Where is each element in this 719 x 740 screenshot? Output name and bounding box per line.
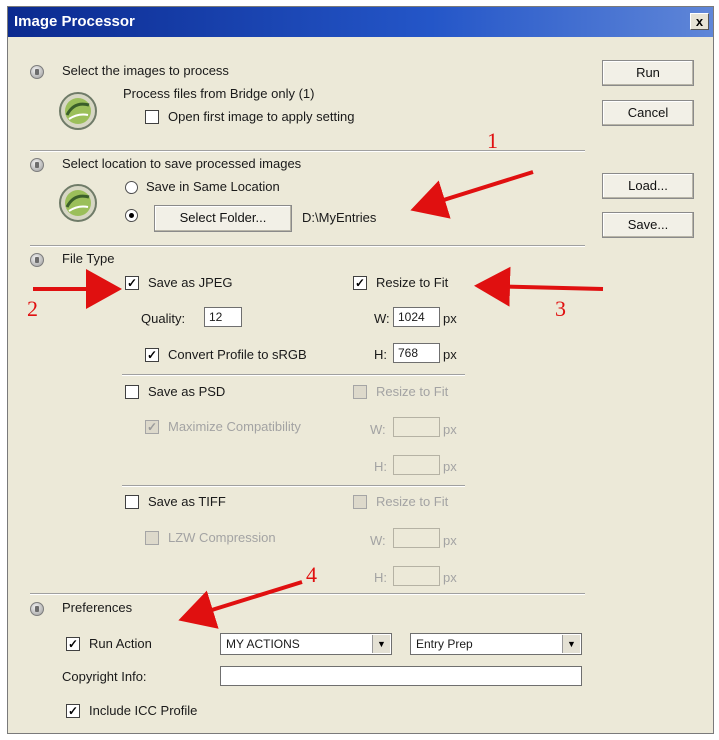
bridge-icon: [59, 92, 97, 130]
window-title: Image Processor: [14, 13, 135, 30]
divider: [122, 485, 465, 487]
folder-location-icon: [59, 184, 97, 222]
close-button[interactable]: x: [690, 13, 709, 30]
include-icc-label: Include ICC Profile: [89, 703, 198, 718]
jpeg-resize-checkbox[interactable]: ✓: [353, 276, 367, 290]
tiff-height-label: H:: [374, 570, 387, 585]
divider: [30, 150, 585, 152]
jpeg-height-unit: px: [443, 347, 457, 362]
tiff-width-label: W:: [370, 533, 386, 548]
save-as-psd-label: Save as PSD: [148, 384, 226, 399]
include-icc-checkbox[interactable]: ✓: [66, 704, 80, 718]
quality-label: Quality:: [141, 311, 186, 326]
select-folder-radio[interactable]: [125, 209, 138, 222]
run-action-checkbox[interactable]: ✓: [66, 637, 80, 651]
psd-resize-checkbox[interactable]: [353, 385, 367, 399]
psd-width-unit: px: [443, 422, 457, 437]
convert-srgb-label: Convert Profile to sRGB: [168, 347, 307, 362]
save-settings-button[interactable]: Save...: [602, 212, 694, 238]
save-as-jpeg-checkbox[interactable]: ✓: [125, 276, 139, 290]
tiff-resize-label: Resize to Fit: [376, 494, 449, 509]
convert-srgb-checkbox[interactable]: ✓: [145, 348, 159, 362]
action-value: Entry Prep: [416, 637, 473, 651]
save-same-location-radio[interactable]: [125, 181, 138, 194]
run-button[interactable]: Run: [602, 60, 694, 86]
section-3-heading: File Type: [62, 251, 115, 266]
psd-width-label: W:: [370, 422, 386, 437]
save-as-tiff-checkbox[interactable]: [125, 495, 139, 509]
action-set-select[interactable]: MY ACTIONS ▼: [220, 633, 392, 655]
source-text: Process files from Bridge only (1): [123, 86, 315, 101]
chevron-down-icon[interactable]: ▼: [372, 635, 390, 653]
save-as-tiff-label: Save as TIFF: [148, 494, 226, 509]
open-first-image-label: Open first image to apply setting: [168, 109, 355, 124]
action-select[interactable]: Entry Prep ▼: [410, 633, 582, 655]
maximize-compat-checkbox[interactable]: ✓: [145, 420, 159, 434]
select-folder-button[interactable]: Select Folder...: [154, 205, 292, 232]
annotation-number-3: 3: [555, 296, 566, 321]
psd-width-input[interactable]: [393, 417, 440, 437]
cancel-button[interactable]: Cancel: [602, 100, 694, 126]
step-4-icon: [30, 602, 44, 616]
load-button[interactable]: Load...: [602, 173, 694, 199]
tiff-width-unit: px: [443, 533, 457, 548]
maximize-compat-label: Maximize Compatibility: [168, 419, 301, 434]
folder-path: D:\MyEntries: [302, 210, 377, 225]
psd-resize-label: Resize to Fit: [376, 384, 449, 399]
copyright-label: Copyright Info:: [62, 669, 147, 684]
jpeg-width-input[interactable]: 1024: [393, 307, 440, 327]
jpeg-resize-label: Resize to Fit: [376, 275, 449, 290]
run-action-label: Run Action: [89, 636, 152, 651]
tiff-height-unit: px: [443, 570, 457, 585]
save-same-location-label: Save in Same Location: [146, 179, 280, 194]
annotation-number-2: 2: [27, 296, 38, 321]
lzw-compression-label: LZW Compression: [168, 530, 276, 545]
section-4-heading: Preferences: [62, 600, 133, 615]
step-3-icon: [30, 253, 44, 267]
section-1-heading: Select the images to process: [62, 63, 229, 78]
psd-height-unit: px: [443, 459, 457, 474]
quality-input[interactable]: 12: [204, 307, 242, 327]
open-first-image-checkbox[interactable]: [145, 110, 159, 124]
image-processor-dialog: Image Processor x Select the images to p…: [7, 6, 714, 734]
lzw-compression-checkbox[interactable]: [145, 531, 159, 545]
step-2-icon: [30, 158, 44, 172]
psd-height-input[interactable]: [393, 455, 440, 475]
annotation-number-1: 1: [487, 128, 498, 153]
step-1-icon: [30, 65, 44, 79]
divider: [30, 593, 585, 595]
title-bar: Image Processor x: [8, 7, 713, 37]
chevron-down-icon[interactable]: ▼: [562, 635, 580, 653]
tiff-height-input[interactable]: [393, 566, 440, 586]
save-as-psd-checkbox[interactable]: [125, 385, 139, 399]
jpeg-width-unit: px: [443, 311, 457, 326]
jpeg-height-input[interactable]: 768: [393, 343, 440, 363]
jpeg-height-label: H:: [374, 347, 387, 362]
jpeg-width-label: W:: [374, 311, 390, 326]
divider: [30, 245, 585, 247]
psd-height-label: H:: [374, 459, 387, 474]
copyright-input[interactable]: [220, 666, 582, 686]
action-set-value: MY ACTIONS: [226, 637, 300, 651]
section-2-heading: Select location to save processed images: [62, 156, 302, 171]
save-as-jpeg-label: Save as JPEG: [148, 275, 233, 290]
tiff-width-input[interactable]: [393, 528, 440, 548]
annotation-number-4: 4: [306, 562, 317, 587]
divider: [122, 374, 465, 376]
tiff-resize-checkbox[interactable]: [353, 495, 367, 509]
